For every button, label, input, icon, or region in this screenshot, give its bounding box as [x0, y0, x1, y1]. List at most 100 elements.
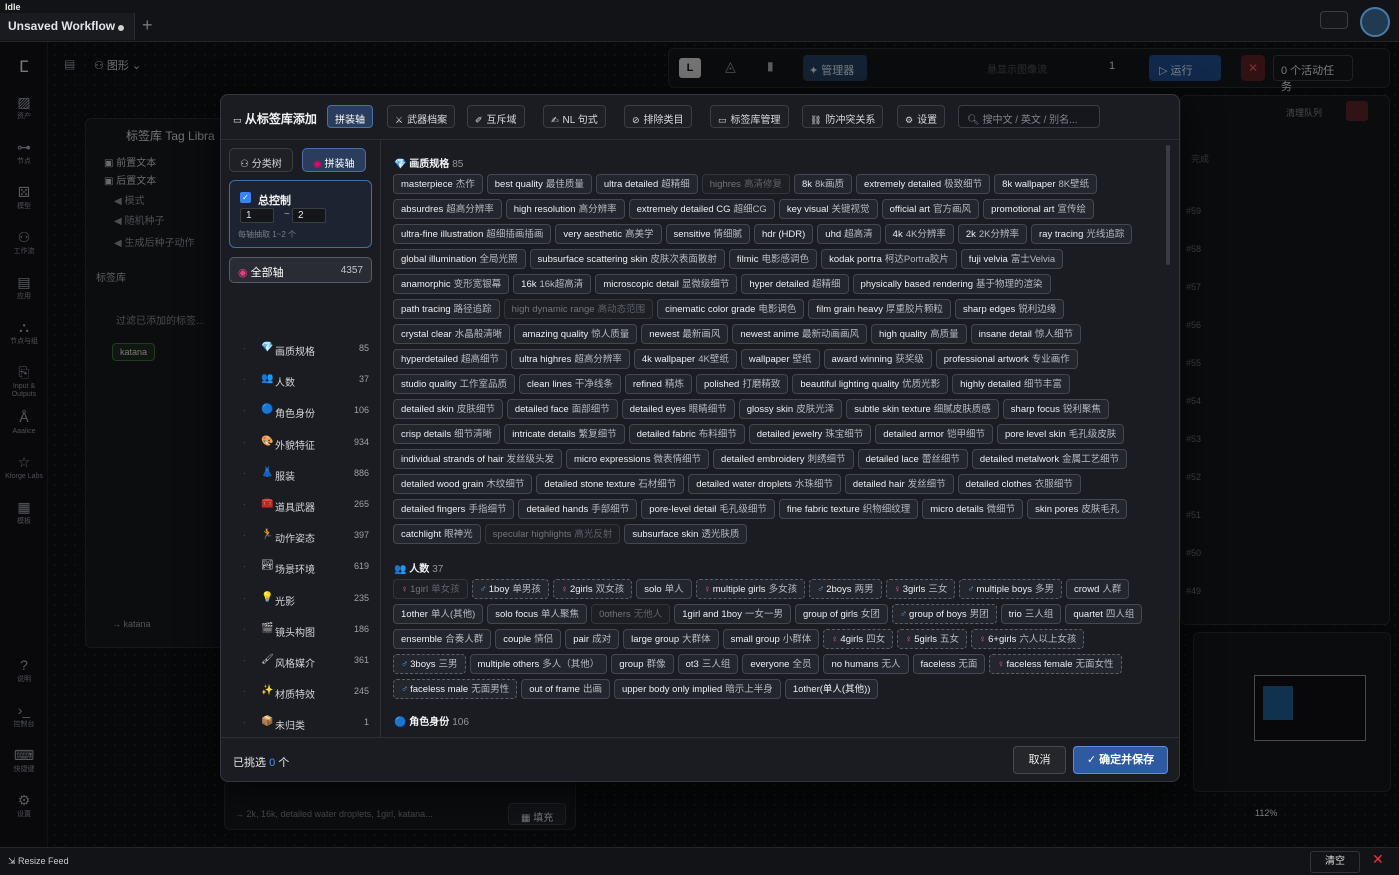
category-11[interactable]: · ✨ 材质特效 245: [243, 685, 373, 703]
tag-chip[interactable]: official art 官方画风: [881, 199, 980, 219]
tag-chip[interactable]: best quality 最佳质量: [486, 174, 592, 194]
tag-chip[interactable]: fine fabric texture 织物细纹理: [778, 499, 919, 519]
tag-chip[interactable]: polished 打磨精致: [695, 374, 789, 394]
category-4[interactable]: · 👗 服装 886: [243, 467, 373, 485]
tag-chip[interactable]: detailed lace 蕾丝细节: [857, 449, 968, 469]
tag-chip[interactable]: 0others 无他人: [591, 603, 671, 624]
tag-chip[interactable]: detailed fabric 布料细节: [628, 424, 745, 444]
category-12[interactable]: · 📦 未归类 1: [243, 716, 373, 734]
tag-chip[interactable]: detailed clothes 衣服细节: [957, 474, 1081, 494]
close-feed-icon[interactable]: ✕: [1372, 851, 1384, 868]
tag-chip[interactable]: detailed eyes 眼睛细节: [621, 399, 735, 419]
tag-chip[interactable]: crystal clear 水晶般清晰: [393, 324, 511, 344]
category-8[interactable]: · 💡 光影 235: [243, 592, 373, 610]
tree-view-toggle[interactable]: ⚇ 分类树: [229, 148, 293, 172]
tag-chip[interactable]: path tracing 路径追踪: [393, 299, 500, 319]
tag-chip[interactable]: masterpiece 杰作: [393, 174, 483, 194]
tag-chip[interactable]: ♀ 2girls 双女孩: [552, 578, 633, 599]
cancel-button[interactable]: 取消: [1013, 746, 1066, 774]
category-2[interactable]: · 🔵 角色身份 106: [243, 404, 373, 422]
header-button-0[interactable]: 拼装轴: [327, 105, 373, 128]
tag-chip[interactable]: out of frame 出画: [521, 678, 610, 699]
tag-chip[interactable]: ♂ 3boys 三男: [393, 653, 466, 674]
tag-chip[interactable]: individual strands of hair 发丝级头发: [393, 449, 562, 469]
max-count-input[interactable]: 2: [292, 208, 326, 223]
tag-chip[interactable]: professional artwork 专业画作: [935, 349, 1078, 369]
tag-chip[interactable]: micro details 微细节: [922, 499, 1024, 519]
category-1[interactable]: · 👥 人数 37: [243, 373, 373, 391]
tag-chip[interactable]: everyone 全员: [742, 653, 820, 674]
tag-chip[interactable]: beautiful lighting quality 优质光影: [792, 374, 949, 394]
tag-chip[interactable]: cinematic color grade 电影调色: [657, 299, 805, 319]
tag-chip[interactable]: ♀ multiple girls 多女孩: [695, 578, 806, 599]
tag-chip[interactable]: ♂ group of boys 男团: [891, 603, 997, 624]
tag-chip[interactable]: promotional art 宣传绘: [983, 199, 1094, 219]
tag-chip[interactable]: crisp details 细节清晰: [393, 424, 501, 444]
tag-chip[interactable]: ♀ 4girls 四女: [823, 628, 894, 649]
tag-chip[interactable]: 4k wallpaper 4K壁纸: [633, 349, 737, 369]
tag-chip[interactable]: insane detail 惊人细节: [970, 324, 1081, 344]
tag-chip[interactable]: detailed armor 铠甲细节: [875, 424, 993, 444]
tag-chip[interactable]: hyper detailed 超精细: [741, 274, 849, 294]
tag-chip[interactable]: uhd 超高清: [817, 224, 881, 244]
tag-chip[interactable]: detailed hair 发丝细节: [844, 474, 954, 494]
tag-chip[interactable]: pore level skin 毛孔级皮肤: [997, 424, 1125, 444]
category-7[interactable]: · 🏞 场景环境 619: [243, 560, 373, 578]
tag-chip[interactable]: couple 情侣: [495, 628, 562, 649]
tag-chip[interactable]: 1other(单人(其他)): [784, 678, 879, 699]
tag-chip[interactable]: faceless 无面: [912, 653, 986, 674]
tag-chip[interactable]: pair 成对: [565, 628, 620, 649]
tag-chip[interactable]: extremely detailed 极致细节: [856, 174, 991, 194]
tag-chip[interactable]: 2k 2K分辨率: [957, 224, 1028, 244]
header-button-6[interactable]: ⛓ 防冲突关系: [802, 105, 884, 128]
tag-chip[interactable]: detailed jewelry 珠宝细节: [748, 424, 872, 444]
tag-chip[interactable]: subtle skin texture 细腻皮肤质感: [846, 399, 999, 419]
tag-chip[interactable]: small group 小群体: [722, 628, 820, 649]
tag-chip[interactable]: solo 单人: [636, 578, 692, 599]
tag-chip[interactable]: 1other 单人(其他): [393, 603, 484, 624]
content-scrollbar[interactable]: [1166, 145, 1170, 265]
tag-chip[interactable]: newest 最新画风: [641, 324, 729, 344]
tag-chip[interactable]: catchlight 眼神光: [393, 524, 481, 544]
category-3[interactable]: · 🎨 外貌特征 934: [243, 436, 373, 454]
tag-chip[interactable]: award winning 获奖级: [823, 349, 932, 369]
tag-chip[interactable]: highres 高清修复: [701, 174, 790, 194]
tag-chip[interactable]: ultra-fine illustration 超细插画插画: [393, 224, 552, 244]
tag-chip[interactable]: extremely detailed CG 超细CG: [628, 199, 775, 219]
tag-chip[interactable]: multiple others 多人（其他）: [469, 653, 608, 674]
master-control-checkbox[interactable]: ✓: [240, 192, 251, 203]
tag-chip[interactable]: ultra highres 超高分辨率: [511, 349, 630, 369]
tag-chip[interactable]: specular highlights 高光反射: [484, 524, 621, 544]
tag-chip[interactable]: detailed wood grain 木纹细节: [393, 474, 533, 494]
tag-chip[interactable]: global illumination 全局光照: [393, 249, 526, 269]
tag-chip[interactable]: glossy skin 皮肤光泽: [738, 399, 843, 419]
tag-chip[interactable]: 8k wallpaper 8K壁纸: [994, 174, 1098, 194]
tag-chip[interactable]: no humans 无人: [823, 653, 909, 674]
tag-chip[interactable]: detailed skin 皮肤细节: [393, 399, 503, 419]
header-button-2[interactable]: ✐ 互斥域: [467, 105, 525, 128]
tag-chip[interactable]: group of girls 女团: [794, 603, 888, 624]
tag-chip[interactable]: ultra detailed 超精细: [595, 174, 698, 194]
category-9[interactable]: · 🎬 镜头构图 186: [243, 623, 373, 641]
tag-chip[interactable]: detailed face 面部细节: [506, 399, 618, 419]
tag-chip[interactable]: trio 三人组: [1000, 603, 1062, 624]
tag-chip[interactable]: ♂ multiple boys 多男: [959, 578, 1063, 599]
category-10[interactable]: · 🖌 风格媒介 361: [243, 654, 373, 672]
tag-chip[interactable]: ♂ 1boy 单男孩: [471, 578, 549, 599]
tag-chip[interactable]: hdr (HDR): [754, 224, 814, 244]
resize-feed-button[interactable]: ⇲ Resize Feed: [8, 856, 69, 867]
panel-toggle-button[interactable]: [1320, 11, 1348, 29]
tag-chip[interactable]: ♀ faceless female 无面女性: [989, 653, 1122, 674]
tag-chip[interactable]: crowd 人群: [1066, 578, 1130, 599]
min-count-input[interactable]: 1: [240, 208, 274, 223]
tag-chip[interactable]: sensitive 情细腻: [665, 224, 751, 244]
header-button-1[interactable]: ⚔ 武器档案: [387, 105, 456, 128]
tag-chip[interactable]: clean lines 干净线条: [518, 374, 621, 394]
tag-chip[interactable]: fuji velvia 富士Velvia: [960, 249, 1064, 269]
tag-chip[interactable]: sharp focus 锐利聚焦: [1002, 399, 1109, 419]
tag-chip[interactable]: physically based rendering 基于物理的渲染: [852, 274, 1051, 294]
tag-chip[interactable]: quartet 四人组: [1065, 603, 1143, 624]
tag-chip[interactable]: intricate details 繁复细节: [504, 424, 625, 444]
tag-chip[interactable]: large group 大群体: [623, 628, 719, 649]
tag-chip[interactable]: high quality 高质量: [871, 324, 967, 344]
